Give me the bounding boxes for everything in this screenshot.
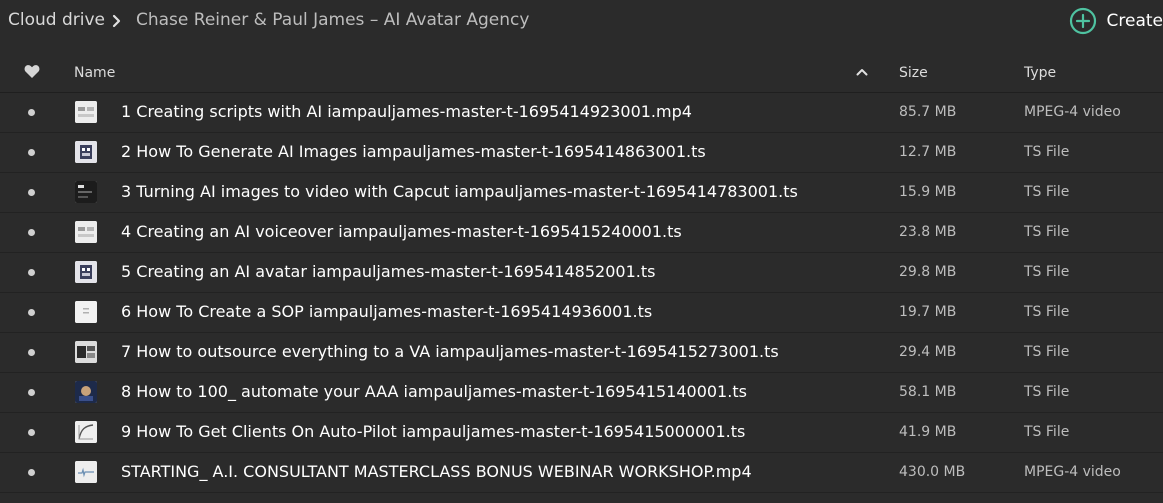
chevron-up-icon[interactable]	[856, 68, 868, 76]
favourite-dot-icon[interactable]	[28, 229, 35, 236]
file-size: 23.8 MB	[899, 224, 957, 240]
file-name[interactable]: 3 Turning AI images to video with Capcut…	[121, 182, 798, 201]
file-type: TS File	[1024, 344, 1070, 360]
file-name[interactable]: 4 Creating an AI voiceover iampauljames-…	[121, 222, 682, 241]
breadcrumb-root-link[interactable]: Cloud drive	[8, 10, 105, 30]
file-type: TS File	[1024, 384, 1070, 400]
file-row[interactable]: 4 Creating an AI voiceover iampauljames-…	[0, 213, 1163, 253]
column-size-header[interactable]: Size	[899, 65, 928, 81]
column-header: Name Size Type	[0, 52, 1163, 93]
file-type: TS File	[1024, 144, 1070, 160]
file-name[interactable]: 7 How to outsource everything to a VA ia…	[121, 342, 779, 361]
file-size: 85.7 MB	[899, 104, 957, 120]
file-row[interactable]: 9 How To Get Clients On Auto-Pilot iampa…	[0, 413, 1163, 453]
favourite-dot-icon[interactable]	[28, 469, 35, 476]
file-thumbnail-icon	[75, 421, 97, 443]
file-thumbnail-icon	[75, 101, 97, 123]
favourite-dot-icon[interactable]	[28, 429, 35, 436]
file-size: 58.1 MB	[899, 384, 957, 400]
favourite-dot-icon[interactable]	[28, 389, 35, 396]
file-name[interactable]: 6 How To Create a SOP iampauljames-maste…	[121, 302, 652, 321]
top-bar: Cloud drive Chase Reiner & Paul James – …	[0, 0, 1163, 42]
chevron-right-icon	[112, 14, 121, 28]
create-button[interactable]: Create	[1069, 6, 1163, 36]
favourite-dot-icon[interactable]	[28, 189, 35, 196]
file-row[interactable]: 2 How To Generate AI Images iampauljames…	[0, 133, 1163, 173]
file-thumbnail-icon	[75, 181, 97, 203]
favourite-dot-icon[interactable]	[28, 349, 35, 356]
file-type: TS File	[1024, 224, 1070, 240]
file-thumbnail-icon	[75, 341, 97, 363]
file-size: 29.4 MB	[899, 344, 957, 360]
file-type: TS File	[1024, 424, 1070, 440]
file-row[interactable]: STARTING_ A.I. CONSULTANT MASTERCLASS BO…	[0, 453, 1163, 493]
file-size: 12.7 MB	[899, 144, 957, 160]
file-name[interactable]: 9 How To Get Clients On Auto-Pilot iampa…	[121, 422, 745, 441]
file-thumbnail-icon	[75, 301, 97, 323]
file-size: 19.7 MB	[899, 304, 957, 320]
favourite-dot-icon[interactable]	[28, 109, 35, 116]
file-name[interactable]: 2 How To Generate AI Images iampauljames…	[121, 142, 706, 161]
file-name[interactable]: 8 How to 100_ automate your AAA iampaulj…	[121, 382, 747, 401]
file-row[interactable]: 3 Turning AI images to video with Capcut…	[0, 173, 1163, 213]
heart-icon[interactable]	[24, 64, 40, 79]
cloud-drive-window: Cloud drive Chase Reiner & Paul James – …	[0, 0, 1163, 503]
file-name[interactable]: 1 Creating scripts with AI iampauljames-…	[121, 102, 692, 121]
column-type-header[interactable]: Type	[1024, 65, 1056, 81]
favourite-dot-icon[interactable]	[28, 269, 35, 276]
create-button-label: Create	[1106, 11, 1163, 31]
file-type: TS File	[1024, 184, 1070, 200]
file-list: 1 Creating scripts with AI iampauljames-…	[0, 93, 1163, 493]
file-row[interactable]: 7 How to outsource everything to a VA ia…	[0, 333, 1163, 373]
file-size: 15.9 MB	[899, 184, 957, 200]
file-type: TS File	[1024, 304, 1070, 320]
file-row[interactable]: 6 How To Create a SOP iampauljames-maste…	[0, 293, 1163, 333]
favourite-dot-icon[interactable]	[28, 149, 35, 156]
file-row[interactable]: 5 Creating an AI avatar iampauljames-mas…	[0, 253, 1163, 293]
file-type: TS File	[1024, 264, 1070, 280]
file-type: MPEG-4 video	[1024, 464, 1121, 480]
file-name[interactable]: STARTING_ A.I. CONSULTANT MASTERCLASS BO…	[121, 462, 752, 481]
file-row[interactable]: 1 Creating scripts with AI iampauljames-…	[0, 93, 1163, 133]
file-size: 29.8 MB	[899, 264, 957, 280]
plus-circle-icon	[1069, 7, 1096, 35]
file-name[interactable]: 5 Creating an AI avatar iampauljames-mas…	[121, 262, 655, 281]
file-thumbnail-icon	[75, 381, 97, 403]
file-thumbnail-icon	[75, 141, 97, 163]
file-thumbnail-icon	[75, 221, 97, 243]
file-row[interactable]: 8 How to 100_ automate your AAA iampaulj…	[0, 373, 1163, 413]
file-thumbnail-icon	[75, 461, 97, 483]
breadcrumb-current-folder: Chase Reiner & Paul James – AI Avatar Ag…	[136, 10, 530, 30]
favourite-dot-icon[interactable]	[28, 309, 35, 316]
file-size: 41.9 MB	[899, 424, 957, 440]
file-type: MPEG-4 video	[1024, 104, 1121, 120]
file-thumbnail-icon	[75, 261, 97, 283]
file-size: 430.0 MB	[899, 464, 966, 480]
column-name-header[interactable]: Name	[74, 65, 115, 81]
